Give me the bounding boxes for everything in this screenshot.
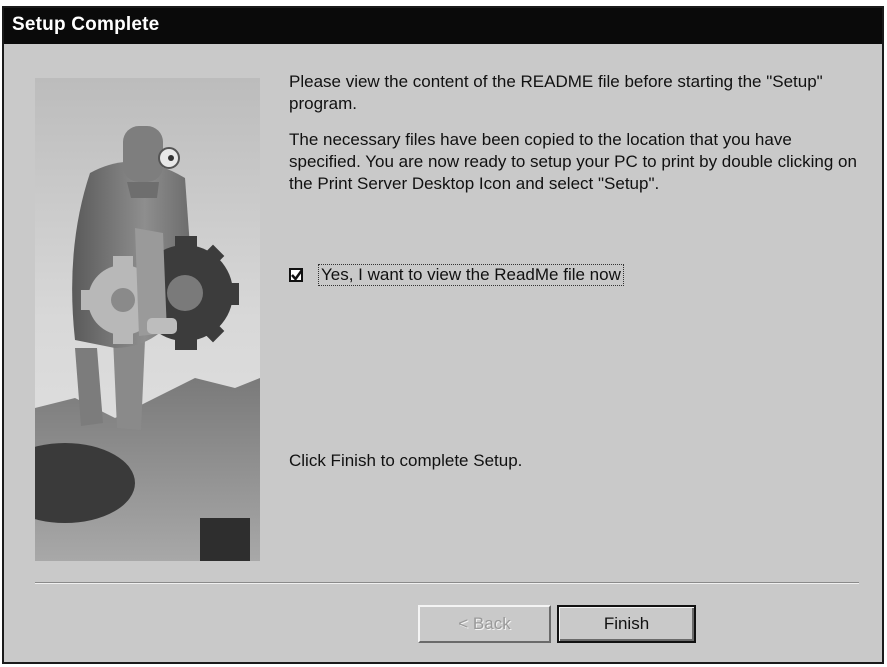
readme-instruction: Please view the content of the README fi… (289, 72, 823, 113)
back-button[interactable]: < Back (418, 605, 551, 643)
back-button-label: < Back (458, 614, 511, 633)
finish-button-label: Finish (603, 614, 650, 633)
files-copied-message: The necessary files have been copied to … (289, 130, 857, 193)
title-bar[interactable]: Setup Complete (4, 8, 882, 44)
checkmark-icon (291, 269, 304, 282)
setup-complete-dialog: Setup Complete Please view the content o… (0, 6, 884, 664)
view-readme-label[interactable]: Yes, I want to view the ReadMe file now (318, 264, 624, 286)
finish-instruction: Click Finish to complete Setup. (289, 451, 523, 470)
button-separator (35, 582, 859, 584)
finish-button[interactable]: Finish (557, 605, 696, 643)
window-title: Setup Complete (12, 14, 160, 35)
wizard-illustration (0, 78, 260, 561)
view-readme-checkbox[interactable] (289, 268, 304, 282)
view-readme-option[interactable]: Yes, I want to view the ReadMe file now (289, 264, 624, 286)
message-area: Please view the content of the README fi… (289, 71, 859, 209)
